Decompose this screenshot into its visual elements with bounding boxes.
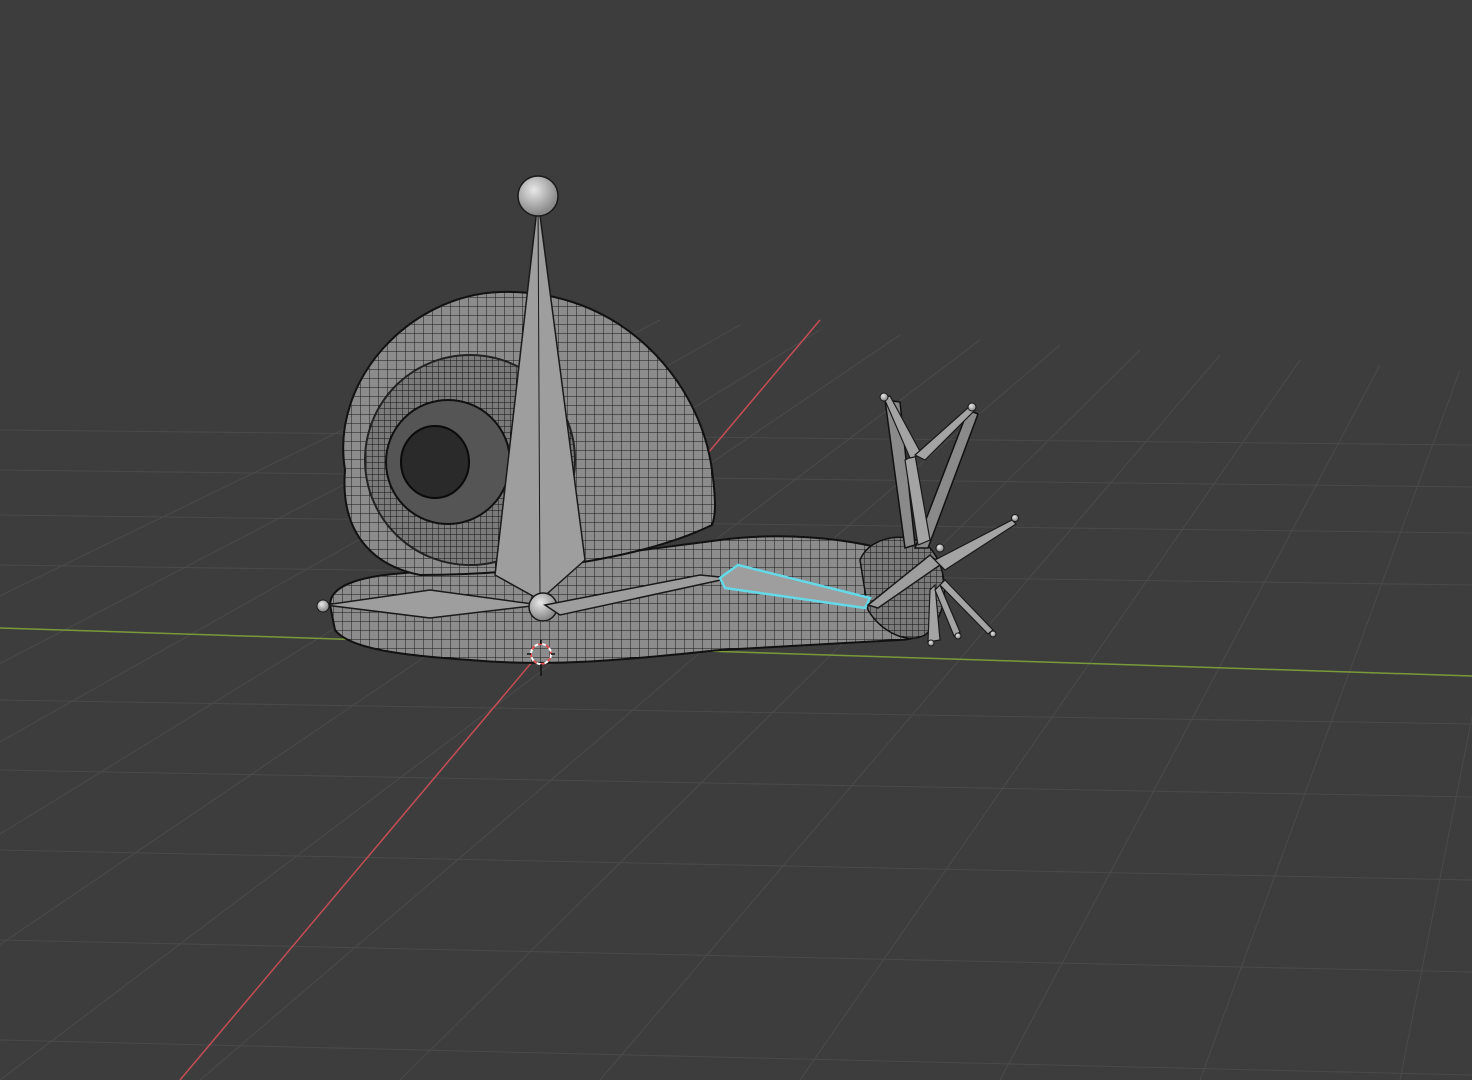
viewport-canvas[interactable] — [0, 0, 1472, 1080]
tentacle-lower-3-joint[interactable] — [989, 630, 997, 638]
3d-viewport[interactable] — [0, 0, 1472, 1080]
shell-bone-tip[interactable] — [517, 175, 559, 217]
tentacle-lower-1-joint[interactable] — [927, 639, 935, 647]
tentacle-upper-joint[interactable] — [1011, 514, 1019, 522]
shell-ring-inner — [400, 425, 470, 499]
eye-stalk-left-joint[interactable] — [879, 392, 889, 402]
tentacle-lower-2-joint[interactable] — [954, 632, 962, 640]
eye-stalk-right-joint[interactable] — [967, 402, 977, 412]
tail-bone-tip[interactable] — [316, 599, 330, 613]
head-joint[interactable] — [935, 543, 945, 553]
